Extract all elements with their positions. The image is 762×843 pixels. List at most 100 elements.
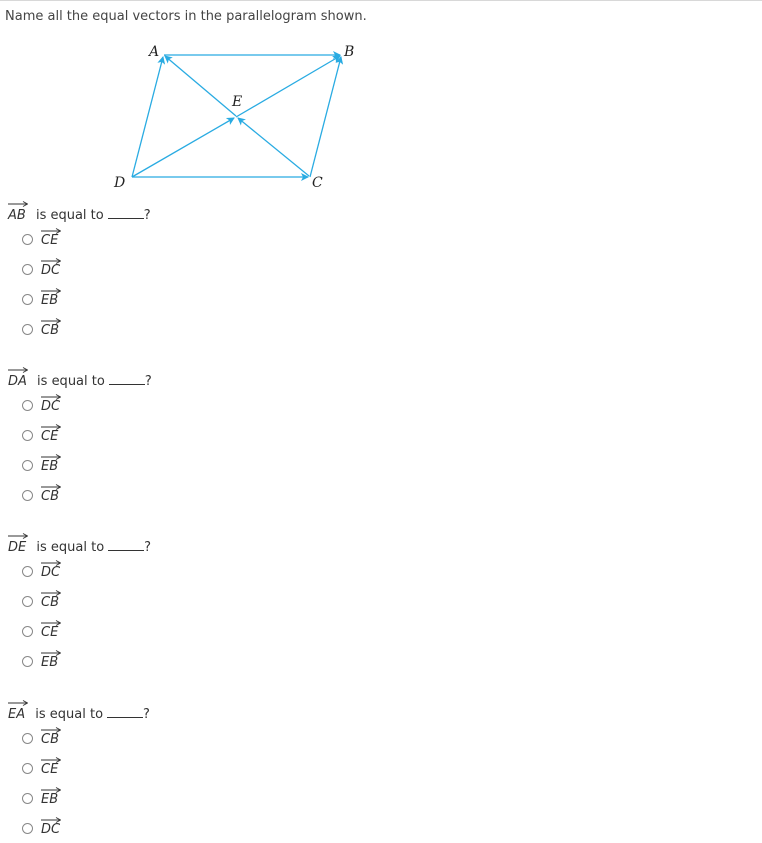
vector-notation: CB <box>41 589 61 610</box>
vector-DE <box>131 117 235 178</box>
answer-option[interactable]: DC <box>22 556 151 586</box>
option-label: CE <box>41 624 59 640</box>
answer-option[interactable]: CB <box>22 314 151 344</box>
option-label: DC <box>41 564 61 580</box>
option-label: EB <box>41 654 59 670</box>
option-label: EB <box>41 791 59 807</box>
radio-button[interactable] <box>22 399 33 411</box>
option-label: CE <box>41 232 59 248</box>
answer-option[interactable]: CB <box>22 723 150 753</box>
answer-option[interactable]: EB <box>22 783 150 813</box>
radio-button[interactable] <box>22 732 33 744</box>
vector-notation: DE <box>8 533 28 558</box>
vector-notation: CE <box>41 756 61 777</box>
vector-notation: EB <box>41 287 61 308</box>
vector-notation: DC <box>41 393 61 414</box>
option-label: EB <box>41 458 59 474</box>
answer-option[interactable]: EB <box>22 646 151 676</box>
option-label: CB <box>41 488 59 504</box>
vector-CE <box>237 117 310 177</box>
radio-button[interactable] <box>22 489 33 501</box>
vector-notation: EB <box>41 649 61 670</box>
question-prompt: Name all the equal vectors in the parall… <box>5 9 367 24</box>
vector-notation: CB <box>41 726 61 747</box>
answer-blank <box>108 371 145 385</box>
vector-notation: EB <box>41 453 61 474</box>
answer-option[interactable]: CE <box>22 224 151 254</box>
question-1: AB is equal to? CE DC EB CB <box>8 201 151 344</box>
vector-notation: DC <box>41 816 61 837</box>
radio-button[interactable] <box>22 293 33 305</box>
radio-button[interactable] <box>22 762 33 774</box>
vector-notation: CB <box>41 317 61 338</box>
answer-option[interactable]: DC <box>22 390 152 420</box>
vector-label: EA <box>8 707 26 722</box>
answer-option[interactable]: EB <box>22 284 151 314</box>
vector-notation: CB <box>41 483 61 504</box>
option-label: CE <box>41 761 59 777</box>
option-label: DC <box>41 262 61 278</box>
parallelogram-figure: A B C D E <box>113 44 354 191</box>
option-label: DC <box>41 821 61 837</box>
option-label: CB <box>41 731 59 747</box>
question-2: DA is equal to? DC CE EB CB <box>8 367 152 510</box>
label-B: B <box>343 44 354 60</box>
answer-option[interactable]: CE <box>22 753 150 783</box>
radio-button[interactable] <box>22 655 33 667</box>
radio-button[interactable] <box>22 429 33 441</box>
question-stem: DA is equal to? <box>8 367 152 390</box>
answer-option[interactable]: DC <box>22 254 151 284</box>
vector-notation: CE <box>41 423 61 444</box>
vector-EA <box>164 55 237 117</box>
top-divider <box>0 0 762 1</box>
vector-label: DE <box>8 540 27 555</box>
question-stem: EA is equal to? <box>8 700 150 725</box>
stem-text: is equal to <box>35 707 104 722</box>
option-label: EB <box>41 292 59 308</box>
question-mark: ? <box>143 208 151 223</box>
vector-notation: CE <box>41 227 61 248</box>
radio-button[interactable] <box>22 323 33 335</box>
vector-notation: EB <box>41 786 61 807</box>
answer-option[interactable]: CE <box>22 420 152 450</box>
vector-CB <box>309 56 344 178</box>
label-C: C <box>312 175 323 191</box>
radio-button[interactable] <box>22 263 33 275</box>
radio-button[interactable] <box>22 822 33 834</box>
answer-option[interactable]: EB <box>22 450 152 480</box>
vector-notation: DC <box>41 257 61 278</box>
stem-text: is equal to <box>35 208 104 223</box>
answer-option[interactable]: CB <box>22 586 151 616</box>
question-mark: ? <box>144 374 152 389</box>
vector-notation: AB <box>8 201 28 226</box>
question-mark: ? <box>143 707 150 722</box>
radio-button[interactable] <box>22 792 33 804</box>
vector-label: AB <box>8 208 26 223</box>
vector-notation: EA <box>8 700 28 725</box>
radio-button[interactable] <box>22 595 33 607</box>
stem-text: is equal to <box>37 374 105 389</box>
answer-blank <box>107 205 144 219</box>
label-E: E <box>231 94 242 110</box>
vector-DA <box>131 56 166 178</box>
radio-button[interactable] <box>22 233 33 245</box>
answer-blank <box>107 704 144 718</box>
vector-notation: CE <box>41 619 61 640</box>
question-mark: ? <box>144 540 152 555</box>
question-stem: AB is equal to? <box>8 201 151 226</box>
vector-notation: DC <box>41 559 61 580</box>
radio-button[interactable] <box>22 625 33 637</box>
answer-option[interactable]: CB <box>22 480 152 510</box>
answer-blank <box>108 537 145 551</box>
option-label: DC <box>41 398 61 414</box>
option-label: CB <box>41 594 59 610</box>
vector-EB <box>235 55 341 118</box>
radio-button[interactable] <box>22 565 33 577</box>
vector-label: DA <box>8 374 27 389</box>
question-3: DE is equal to? DC CB CE EB <box>8 533 152 676</box>
radio-button[interactable] <box>22 459 33 471</box>
answer-option[interactable]: CE <box>22 616 151 646</box>
option-label: CB <box>41 322 59 338</box>
question-4: EA is equal to? CB CE EB DC <box>8 700 150 843</box>
option-label: CE <box>41 428 59 444</box>
